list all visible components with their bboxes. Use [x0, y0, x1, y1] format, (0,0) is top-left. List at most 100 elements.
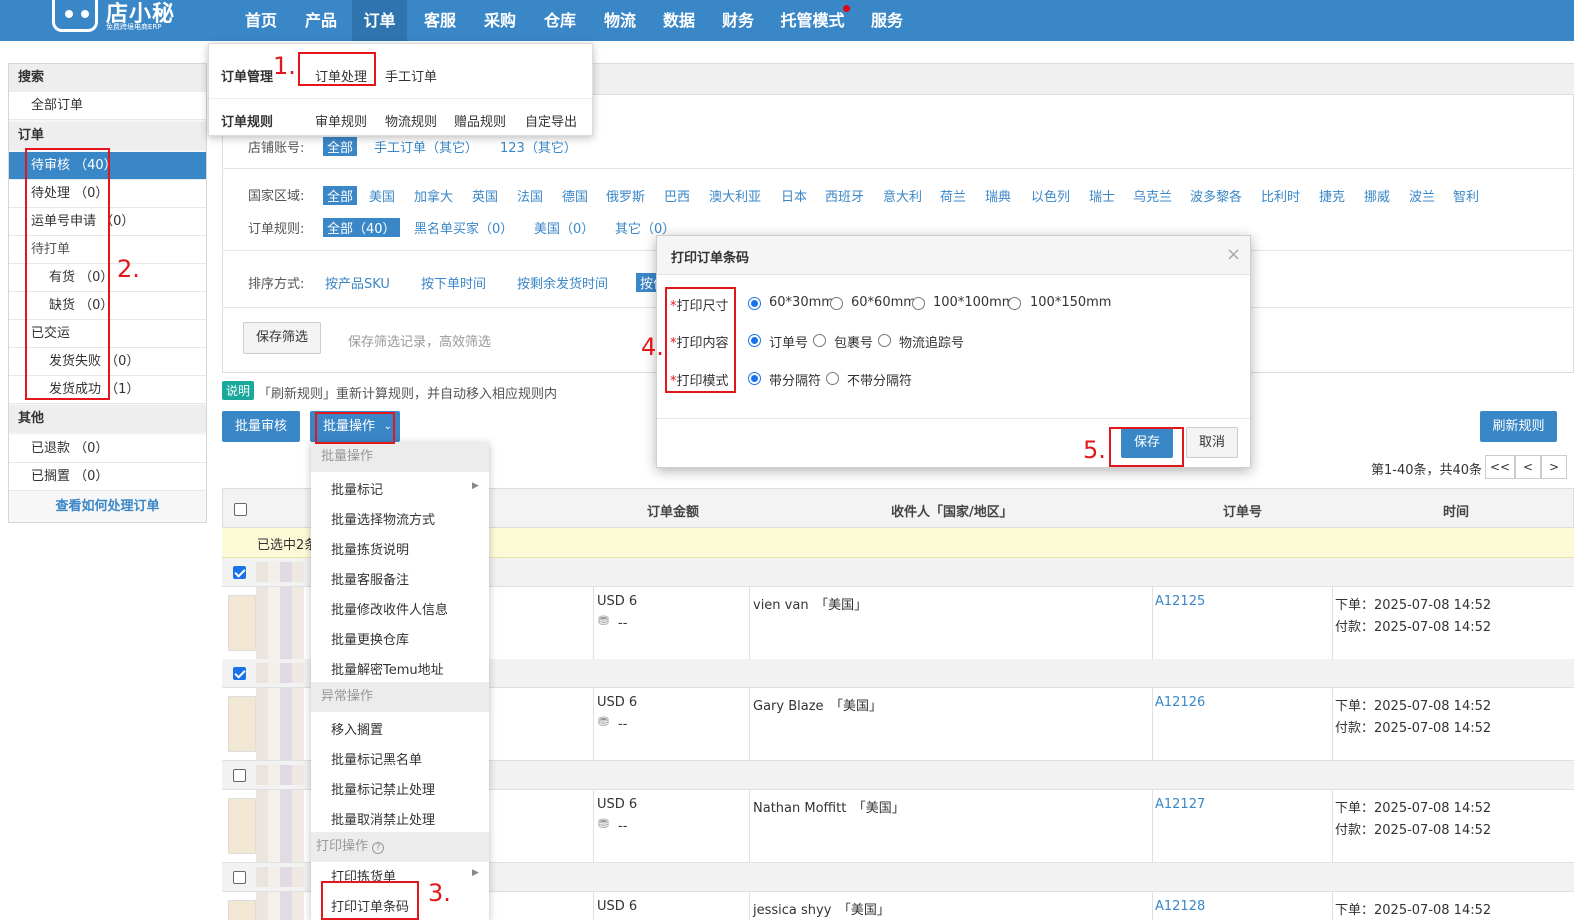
menu-custom-export[interactable]: 自定导出 [525, 111, 577, 130]
shop-opt-manual[interactable]: 手工订单（其它） [374, 137, 478, 156]
sidebar-item-all-orders[interactable]: 全部订单 [9, 92, 206, 120]
refresh-rules-button[interactable]: 刷新规则 [1480, 411, 1557, 442]
cell-divider [749, 688, 750, 761]
order-number-link[interactable]: A12125 [1155, 594, 1205, 609]
nav-data[interactable]: 数据 [654, 0, 704, 41]
rule-opt-all[interactable]: 全部（40） [323, 218, 400, 237]
product-thumbnail[interactable] [228, 696, 256, 752]
rule-opt-blacklist[interactable]: 黑名单买家（0） [414, 218, 513, 237]
order-amount: USD 6 [597, 797, 638, 812]
product-thumbnail[interactable] [228, 900, 256, 920]
country-opt[interactable]: 美国 [369, 186, 395, 205]
country-opt[interactable]: 捷克 [1319, 186, 1345, 205]
nav-purchase[interactable]: 采购 [475, 0, 525, 41]
select-all-checkbox[interactable] [234, 503, 247, 516]
next-page-button[interactable]: > [1541, 455, 1567, 479]
content-radio-order-no[interactable] [748, 334, 761, 347]
country-opt[interactable]: 法国 [517, 186, 543, 205]
shop-opt-all[interactable]: 全部 [323, 137, 358, 156]
product-thumbnail[interactable] [228, 798, 256, 854]
close-icon[interactable]: × [1226, 244, 1241, 265]
menu-batch-edit-recipient[interactable]: 批量修改收件人信息 [331, 599, 448, 618]
menu-batch-decrypt-temu[interactable]: 批量解密Temu地址 [331, 659, 444, 678]
menu-batch-picking-note[interactable]: 批量拣货说明 [331, 539, 409, 558]
sidebar-item-on-hold[interactable]: 已搁置 （0） [9, 463, 206, 491]
shop-opt-123[interactable]: 123（其它） [500, 137, 577, 156]
menu-batch-logistics[interactable]: 批量选择物流方式 [331, 509, 435, 528]
batch-review-button[interactable]: 批量审核 [222, 411, 300, 442]
help-link[interactable]: 查看如何处理订单 [9, 493, 206, 521]
nav-order[interactable]: 订单 [352, 0, 407, 41]
save-filter-button[interactable]: 保存筛选 [243, 322, 321, 354]
size-radio-60x60[interactable] [830, 297, 843, 310]
country-opt[interactable]: 智利 [1453, 186, 1479, 205]
mode-radio-no-separator[interactable] [826, 372, 839, 385]
nav-hosted-mode[interactable]: 托管模式 [775, 0, 850, 41]
first-page-button[interactable]: << [1485, 455, 1515, 479]
nav-service[interactable]: 客服 [415, 0, 465, 41]
logo[interactable]: 店小秘 免费跨境电商ERP [52, 0, 182, 36]
order-number-link[interactable]: A12127 [1155, 797, 1205, 812]
country-opt[interactable]: 德国 [562, 186, 588, 205]
nav-warehouse[interactable]: 仓库 [535, 0, 585, 41]
country-opt[interactable]: 以色列 [1031, 186, 1070, 205]
menu-manual-order[interactable]: 手工订单 [385, 66, 437, 85]
menu-mark-forbidden[interactable]: 批量标记禁止处理 [331, 779, 435, 798]
country-opt[interactable]: 荷兰 [940, 186, 966, 205]
size-label-60x30: 60*30mm [769, 295, 834, 310]
country-opt[interactable]: 波多黎各 [1190, 186, 1242, 205]
menu-review-rules[interactable]: 审单规则 [315, 111, 367, 130]
country-opt[interactable]: 加拿大 [414, 186, 453, 205]
country-opt[interactable]: 日本 [781, 186, 807, 205]
menu-batch-change-warehouse[interactable]: 批量更换仓库 [331, 629, 409, 648]
country-opt[interactable]: 西班牙 [825, 186, 864, 205]
nav-product[interactable]: 产品 [296, 0, 346, 41]
nav-home[interactable]: 首页 [236, 0, 286, 41]
sidebar-item-refunded[interactable]: 已退款 （0） [9, 435, 206, 463]
notice-text: 「刷新规则」重新计算规则，并自动移入相应规则内 [258, 387, 558, 402]
country-opt[interactable]: 全部 [323, 186, 358, 205]
row-checkbox[interactable] [233, 769, 246, 782]
nav-logistics[interactable]: 物流 [595, 0, 645, 41]
row-checkbox[interactable] [233, 566, 246, 579]
menu-move-to-hold[interactable]: 移入搁置 [331, 719, 383, 738]
order-number-link[interactable]: A12126 [1155, 695, 1205, 710]
sort-by-order-time[interactable]: 按下单时间 [421, 273, 486, 292]
size-radio-100x150[interactable] [1008, 297, 1021, 310]
mode-radio-with-separator[interactable] [748, 372, 761, 385]
cancel-button[interactable]: 取消 [1186, 427, 1238, 458]
menu-batch-cs-note[interactable]: 批量客服备注 [331, 569, 409, 588]
sort-by-remaining-time[interactable]: 按剩余发货时间 [517, 273, 608, 292]
menu-mark-blacklist[interactable]: 批量标记黑名单 [331, 749, 422, 768]
country-opt[interactable]: 意大利 [883, 186, 922, 205]
country-opt[interactable]: 瑞典 [985, 186, 1011, 205]
menu-batch-mark[interactable]: 批量标记 [331, 479, 383, 498]
nav-services[interactable]: 服务 [862, 0, 912, 41]
order-number-link[interactable]: A12128 [1155, 899, 1205, 914]
blurred-content [256, 562, 304, 582]
country-opt[interactable]: 英国 [472, 186, 498, 205]
menu-gift-rules[interactable]: 赠品规则 [454, 111, 506, 130]
size-radio-60x30[interactable] [748, 297, 761, 310]
row-checkbox[interactable] [233, 871, 246, 884]
menu-cancel-forbidden[interactable]: 批量取消禁止处理 [331, 809, 435, 828]
country-opt[interactable]: 澳大利亚 [709, 186, 761, 205]
size-radio-100x100[interactable] [912, 297, 925, 310]
sort-by-sku[interactable]: 按产品SKU [325, 273, 390, 292]
row-checkbox[interactable] [233, 667, 246, 680]
nav-finance[interactable]: 财务 [713, 0, 763, 41]
country-opt[interactable]: 巴西 [664, 186, 690, 205]
country-opt[interactable]: 瑞士 [1089, 186, 1115, 205]
rule-opt-us[interactable]: 美国（0） [534, 218, 594, 237]
content-radio-tracking-no[interactable] [878, 334, 891, 347]
question-icon[interactable]: ? [372, 842, 385, 854]
content-radio-package-no[interactable] [813, 334, 826, 347]
country-opt[interactable]: 波兰 [1409, 186, 1435, 205]
country-opt[interactable]: 俄罗斯 [606, 186, 645, 205]
menu-logistics-rules[interactable]: 物流规则 [385, 111, 437, 130]
country-opt[interactable]: 比利时 [1261, 186, 1300, 205]
country-opt[interactable]: 挪威 [1364, 186, 1390, 205]
country-opt[interactable]: 乌克兰 [1133, 186, 1172, 205]
prev-page-button[interactable]: < [1515, 455, 1541, 479]
product-thumbnail[interactable] [228, 595, 256, 651]
